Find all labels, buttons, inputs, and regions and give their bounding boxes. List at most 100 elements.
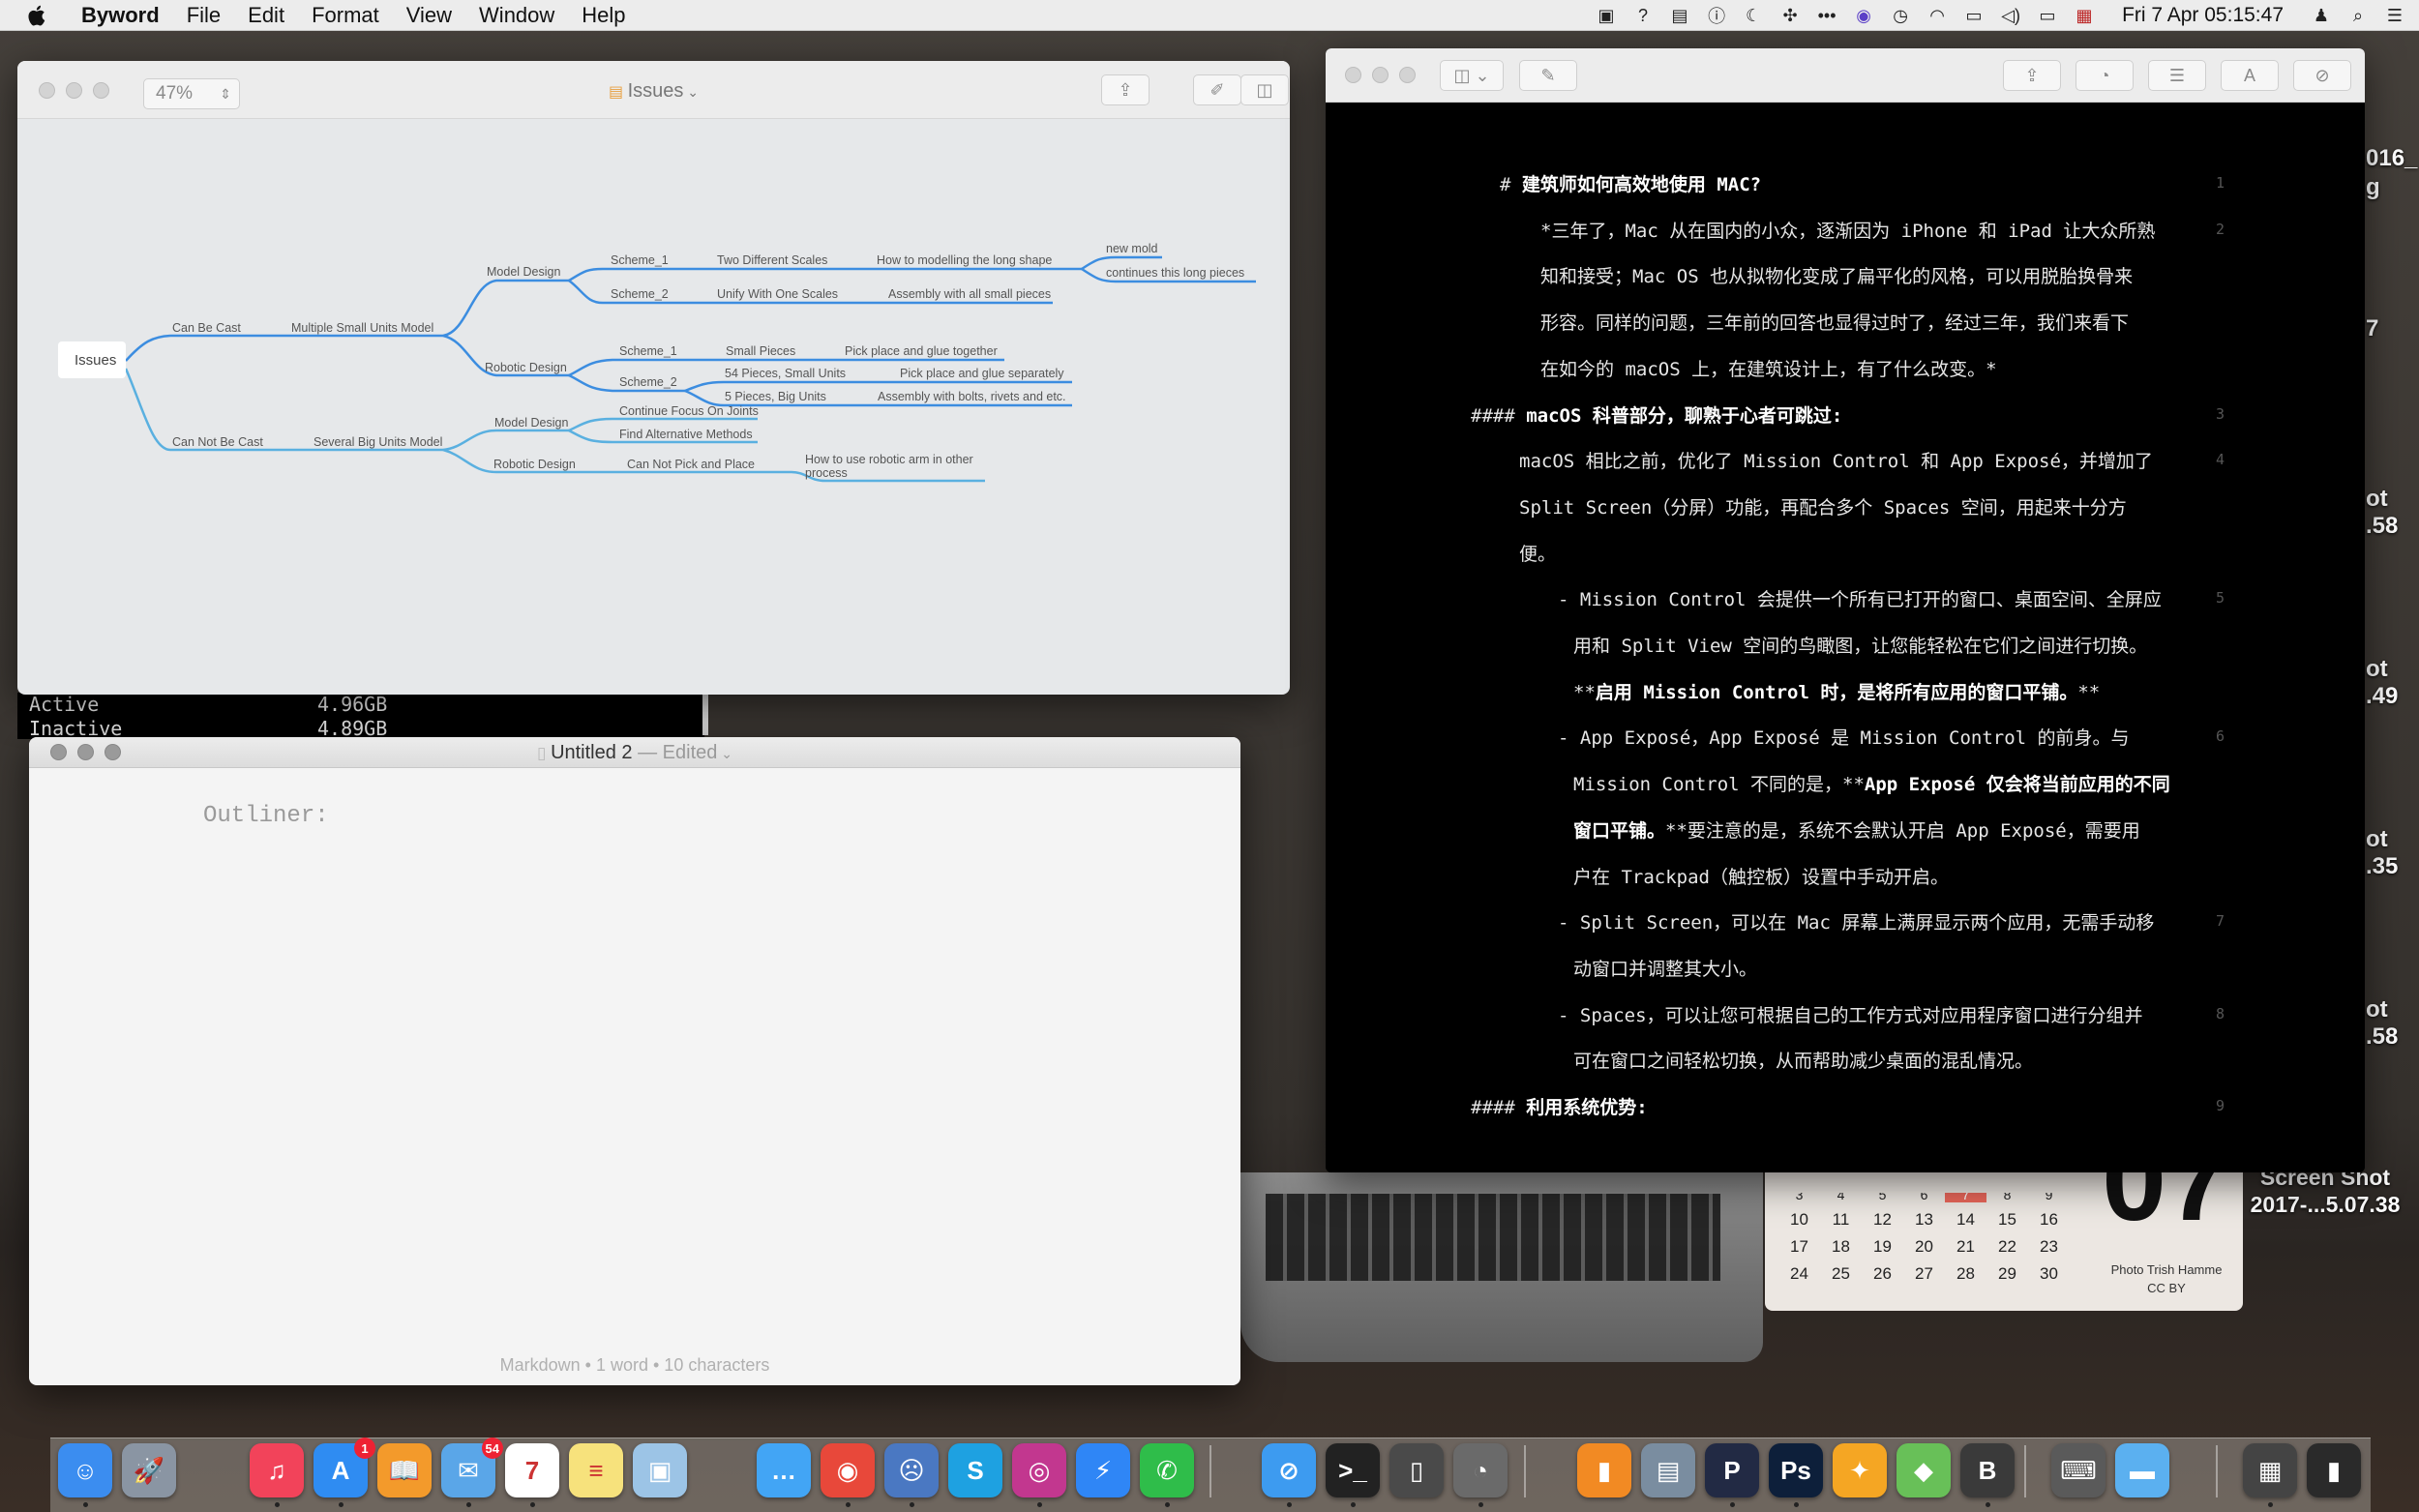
- music-icon[interactable]: ♫: [250, 1443, 304, 1497]
- mindmap-node[interactable]: Continue Focus On Joints: [619, 404, 759, 418]
- byword-icon[interactable]: B: [1960, 1443, 2015, 1497]
- mindmap-node[interactable]: Robotic Design: [493, 458, 576, 471]
- mindmap-node[interactable]: new mold: [1106, 242, 1158, 255]
- launchpad-icon[interactable]: 🚀: [122, 1443, 176, 1497]
- menu-file[interactable]: File: [173, 0, 234, 31]
- menu-edit[interactable]: Edit: [234, 0, 298, 31]
- style-button[interactable]: ✐: [1193, 74, 1241, 105]
- desktop-file-label[interactable]: 016_: [2366, 145, 2417, 172]
- bartender-icon[interactable]: ▣: [1596, 5, 1617, 26]
- markdown-editor[interactable]: # 建筑师如何高效地使用 MAC? 1 *三年了，Mac 从在国内的小众，逐渐因为 …: [1326, 103, 2365, 1172]
- mindmap-node[interactable]: Can Not Pick and Place: [627, 458, 755, 471]
- disk-utility-icon[interactable]: ◔: [1453, 1443, 1508, 1497]
- close-button[interactable]: [1345, 67, 1361, 83]
- minimize-button[interactable]: [1372, 67, 1389, 83]
- mindmap-node[interactable]: Assembly with bolts, rivets and etc.: [878, 390, 1066, 403]
- finder-icon[interactable]: ☺: [58, 1443, 112, 1497]
- mindmap-node[interactable]: Unify With One Scales: [717, 287, 838, 301]
- messages-icon[interactable]: …: [757, 1443, 811, 1497]
- instagram-icon[interactable]: ◎: [1012, 1443, 1066, 1497]
- terminal-icon[interactable]: >_: [1326, 1443, 1380, 1497]
- font-button[interactable]: A: [2221, 60, 2279, 91]
- desktop-file-label[interactable]: 2017-...5.07.38: [2235, 1192, 2415, 1218]
- mindmap-node[interactable]: Robotic Design: [485, 361, 567, 374]
- editor-title[interactable]: ▯ Untitled 2 — Edited ⌄: [29, 742, 1240, 764]
- editor-text-area[interactable]: Outliner:: [203, 803, 329, 829]
- attachment-button[interactable]: ⊘: [2293, 60, 2351, 91]
- messenger-icon[interactable]: ⚡: [1076, 1443, 1130, 1497]
- apple-menu-icon[interactable]: [25, 4, 46, 27]
- info-icon[interactable]: ⓘ: [1706, 5, 1727, 26]
- network-icon[interactable]: ✣: [1779, 5, 1801, 26]
- document-title[interactable]: ▤ Issues ⌄: [17, 80, 1290, 103]
- desktop-file-label[interactable]: 7: [2366, 315, 2378, 342]
- share-button[interactable]: ⇪: [1101, 74, 1150, 105]
- desktop-file-label[interactable]: ot: [2366, 656, 2388, 683]
- outline-button[interactable]: ☰: [2148, 60, 2206, 91]
- desktop-file-label[interactable]: .35: [2366, 853, 2398, 880]
- airplay-icon[interactable]: ▭: [1963, 5, 1985, 26]
- mindmap-node[interactable]: Model Design: [487, 265, 560, 279]
- mindmap-node[interactable]: Assembly with all small pieces: [888, 287, 1051, 301]
- flag-us-icon[interactable]: ▦: [2074, 5, 2095, 26]
- whatsapp-icon[interactable]: ✆: [1140, 1443, 1194, 1497]
- mindmap-node[interactable]: Scheme_1: [619, 344, 677, 358]
- compose-button[interactable]: ✎: [1519, 60, 1577, 91]
- scream-icon[interactable]: ☹: [884, 1443, 939, 1497]
- mindmap-node[interactable]: Two Different Scales: [717, 253, 827, 267]
- siri-icon[interactable]: ◉: [1853, 5, 1874, 26]
- keyboard-icon[interactable]: ⌨: [2051, 1443, 2105, 1497]
- sidebar-toggle-button[interactable]: ◫ ⌄: [1440, 60, 1504, 91]
- battery-icon[interactable]: ▭: [2037, 5, 2058, 26]
- notes-icon[interactable]: ≡: [569, 1443, 623, 1497]
- app-store-icon[interactable]: A1: [314, 1438, 375, 1497]
- desktop-file-label[interactable]: g: [2366, 174, 2380, 201]
- desktop-file-label[interactable]: .58: [2366, 1023, 2398, 1051]
- share-button[interactable]: ⇪: [2003, 60, 2061, 91]
- desktop-file-label[interactable]: .58: [2366, 513, 2398, 540]
- moon-icon[interactable]: ☾: [1743, 5, 1764, 26]
- books-icon[interactable]: 📖: [377, 1443, 432, 1497]
- user-icon[interactable]: ♟: [2311, 5, 2332, 26]
- mindmap-node[interactable]: Several Big Units Model: [314, 435, 442, 449]
- calendar-icon[interactable]: 7: [505, 1443, 559, 1497]
- mindmap-node[interactable]: Pick place and glue separately: [900, 367, 1064, 380]
- mindmap-node[interactable]: process: [805, 466, 848, 480]
- desktop-file-label[interactable]: ot: [2366, 826, 2388, 853]
- photoshop-icon[interactable]: Ps: [1769, 1443, 1823, 1497]
- mindmap-node[interactable]: Scheme_2: [619, 375, 677, 389]
- mindmap-node[interactable]: Multiple Small Units Model: [291, 321, 433, 335]
- iphone-icon[interactable]: ▯: [1389, 1443, 1444, 1497]
- mindmap-node[interactable]: Find Alternative Methods: [619, 428, 753, 441]
- list-icon[interactable]: ☰: [2384, 5, 2405, 26]
- volume-icon[interactable]: ◁): [2000, 5, 2021, 26]
- maps-icon[interactable]: ◆: [1896, 1443, 1951, 1497]
- keyboard-viewer-icon[interactable]: ▦: [2243, 1443, 2297, 1497]
- time-machine-icon[interactable]: ◷: [1890, 5, 1911, 26]
- mindmap-node[interactable]: Can Be Cast: [172, 321, 241, 335]
- mindmap-node[interactable]: Model Design: [494, 416, 568, 430]
- preview-icon[interactable]: ▣: [633, 1443, 687, 1497]
- mindmap-node[interactable]: 5 Pieces, Big Units: [725, 390, 826, 403]
- trash-icon[interactable]: ▮: [2307, 1443, 2361, 1497]
- wifi-icon[interactable]: ◠: [1926, 5, 1948, 26]
- desktop-file-label[interactable]: ot: [2366, 486, 2388, 513]
- tes-icon[interactable]: ✦: [1833, 1443, 1887, 1497]
- search-icon[interactable]: ⌕: [2347, 5, 2369, 26]
- publish-button[interactable]: ◔: [2076, 60, 2134, 91]
- image-capture-icon[interactable]: ▤: [1641, 1443, 1695, 1497]
- mindmap-node[interactable]: How to modelling the long shape: [877, 253, 1052, 267]
- mindmap-node[interactable]: Small Pieces: [726, 344, 795, 358]
- zoom-button[interactable]: [1399, 67, 1416, 83]
- safari-icon[interactable]: ⊘: [1262, 1443, 1316, 1497]
- weibo-icon[interactable]: ◉: [821, 1443, 875, 1497]
- mindmap-node[interactable]: Pick place and glue together: [845, 344, 998, 358]
- desktop-file-label[interactable]: ot: [2366, 996, 2388, 1023]
- menu-format[interactable]: Format: [298, 0, 393, 31]
- menubar-clock[interactable]: Fri 7 Apr 05:15:47: [2110, 4, 2295, 27]
- question-icon[interactable]: ?: [1632, 5, 1654, 26]
- folder-icon[interactable]: ▬: [2115, 1443, 2169, 1497]
- mail-icon[interactable]: ✉ 54: [441, 1438, 503, 1497]
- battery-menu-icon[interactable]: ▤: [1669, 5, 1690, 26]
- app-menu[interactable]: Byword: [60, 0, 173, 31]
